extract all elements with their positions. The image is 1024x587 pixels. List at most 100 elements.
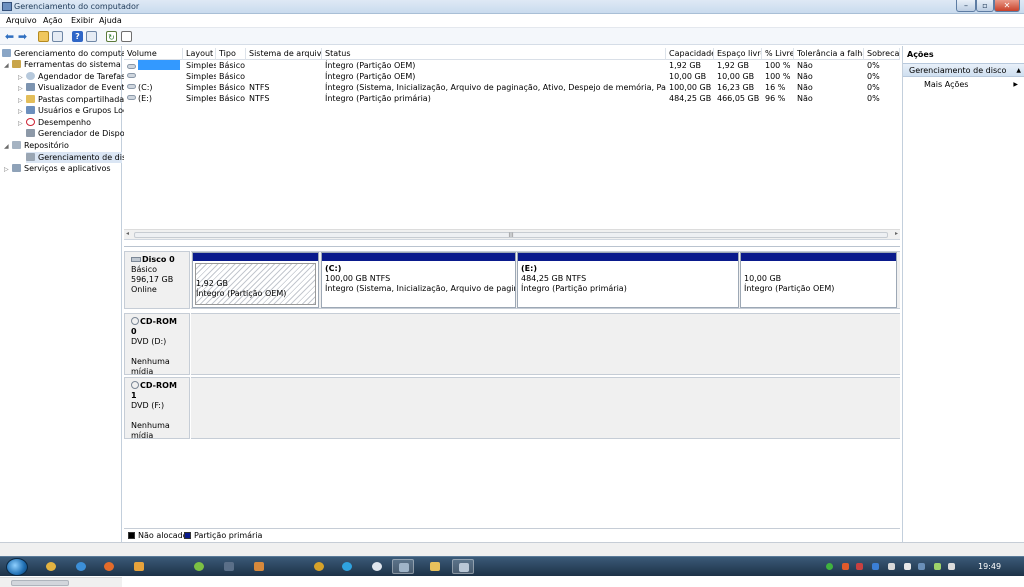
maximize-button[interactable]: ▫ <box>976 0 994 12</box>
refresh-icon[interactable]: ↻ <box>106 31 117 42</box>
partition-size: 100,00 GB NTFS <box>325 274 391 283</box>
partition-oem-1[interactable]: 1,92 GB Íntegro (Partição OEM) <box>192 252 319 308</box>
collapse-arrow-icon[interactable]: ▲ <box>1016 64 1021 78</box>
bluetooth-icon[interactable] <box>872 563 879 570</box>
partition-e[interactable]: (E:) 484,25 GB NTFS Íntegro (Partição prim… <box>517 252 739 308</box>
utorrent-icon[interactable] <box>188 559 210 574</box>
performance-icon <box>26 118 35 126</box>
tree-item-local-users[interactable]: ▷ Usuários e Grupos Loca <box>18 105 132 116</box>
signal-icon[interactable] <box>934 563 941 570</box>
tree-item-system-tools[interactable]: ◢ Ferramentas do sistema <box>4 59 121 70</box>
tray-check-icon[interactable] <box>826 563 833 570</box>
cdrom-0-label[interactable]: CD-ROM 0 DVD (D:) Nenhuma mídia <box>124 313 190 376</box>
more-actions-link[interactable]: Mais Ações <box>924 80 968 90</box>
scroll-left-icon[interactable]: ◂ <box>126 230 129 237</box>
column-layout[interactable]: Layout <box>183 48 216 60</box>
menu-acao[interactable]: Ação <box>43 16 63 25</box>
expand-icon[interactable]: ▷ <box>18 106 26 117</box>
volume-icon[interactable] <box>948 563 955 570</box>
tree-item-disk-management[interactable]: Gerenciamento de disco <box>26 152 135 163</box>
tray-device-icon[interactable] <box>888 563 895 570</box>
tree-item-computer-management[interactable]: Gerenciamento do computad <box>2 48 131 59</box>
volume-row[interactable]: (C:) Simples Básico NTFS Íntegro (Sistem… <box>124 82 900 93</box>
expand-icon[interactable]: ▷ <box>18 83 26 94</box>
percent-free-cell: 16 % <box>765 83 786 92</box>
volume-row[interactable]: (E:) Simples Básico NTFS Íntegro (Partiç… <box>124 93 900 104</box>
partition-status: Íntegro (Sistema, Inicialização, Arquivo… <box>325 284 515 293</box>
actions-section-disk-management[interactable]: Gerenciamento de disco ▲ <box>903 63 1024 77</box>
outlook-icon[interactable] <box>128 559 150 574</box>
column-status[interactable]: Status <box>322 48 666 60</box>
close-button[interactable]: ✕ <box>994 0 1020 12</box>
menu-arquivo[interactable]: Arquivo <box>6 16 37 25</box>
skype-icon[interactable] <box>336 559 358 574</box>
expand-icon[interactable]: ▷ <box>4 164 12 175</box>
tools-icon <box>12 60 21 68</box>
chrome-icon[interactable] <box>40 559 62 574</box>
forward-icon[interactable]: ➡ <box>17 31 28 42</box>
tree-horizontal-scrollbar[interactable] <box>0 577 122 587</box>
messenger-icon[interactable] <box>366 559 388 574</box>
status-cell: Íntegro (Partição primária) <box>325 94 431 103</box>
volume-list-horizontal-scrollbar[interactable]: ◂ III ▸ <box>124 229 900 239</box>
back-icon[interactable]: ⬅ <box>4 31 15 42</box>
export-icon[interactable] <box>121 31 132 42</box>
computer-mgmt-icon[interactable] <box>392 559 414 574</box>
collapse-icon[interactable]: ◢ <box>4 60 12 71</box>
tree-item-performance[interactable]: ▷ Desempenho <box>18 117 91 128</box>
help-icon[interactable]: ? <box>72 31 83 42</box>
column-free-space[interactable]: Espaço livre <box>714 48 762 60</box>
winamp-icon[interactable] <box>308 559 330 574</box>
volume-icon <box>127 84 136 89</box>
menu-ajuda[interactable]: Ajuda <box>99 16 122 25</box>
column-fault-tolerance[interactable]: Tolerância a falhas <box>794 48 864 60</box>
column-volume[interactable]: Volume <box>124 48 183 60</box>
column-capacity[interactable]: Capacidade <box>666 48 714 60</box>
start-button[interactable] <box>6 558 28 576</box>
firefox-icon[interactable] <box>98 559 120 574</box>
tree-item-storage[interactable]: ◢ Repositório <box>4 140 69 151</box>
explorer-icon[interactable] <box>424 559 446 574</box>
volume-row[interactable]: Simples Básico Íntegro (Partição OEM) 1,… <box>124 60 900 71</box>
properties-icon[interactable] <box>52 31 63 42</box>
expand-icon[interactable]: ▷ <box>18 118 26 129</box>
users-icon <box>26 106 35 114</box>
tree-item-services-apps[interactable]: ▷ Serviços e aplicativos <box>4 163 111 174</box>
scroll-thumb[interactable]: III <box>134 232 888 239</box>
scroll-thumb[interactable] <box>11 580 69 586</box>
cdrom-1-label[interactable]: CD-ROM 1 DVD (F:) Nenhuma mídia <box>124 377 190 440</box>
column-overhead[interactable]: Sobrecarg <box>864 48 900 60</box>
folder-up-icon[interactable] <box>38 31 49 42</box>
ie-icon[interactable] <box>70 559 92 574</box>
fault-tolerance-cell: Não <box>797 94 813 103</box>
disk-0-label[interactable]: Disco 0 Básico 596,17 GB Online <box>124 251 190 309</box>
remote-icon[interactable] <box>452 559 474 574</box>
partition-status: Íntegro (Partição OEM) <box>196 289 287 298</box>
menu-exibir[interactable]: Exibir <box>71 16 94 25</box>
tree-item-device-manager[interactable]: Gerenciador de Disposit <box>26 128 134 139</box>
tree-item-shared-folders[interactable]: ▷ Pastas compartilhadas <box>18 94 128 105</box>
disk-media: Nenhuma mídia <box>131 357 170 376</box>
scroll-right-icon[interactable]: ▸ <box>895 230 898 237</box>
column-percent-free[interactable]: % Livre <box>762 48 794 60</box>
capacity-cell: 100,00 GB <box>669 83 712 92</box>
window-title: Gerenciamento do computador <box>14 2 140 11</box>
partition-c[interactable]: (C:) 100,00 GB NTFS Íntegro (Sistema, Inic… <box>321 252 516 308</box>
tray-mute-icon[interactable] <box>856 563 863 570</box>
partition-status: Íntegro (Partição OEM) <box>744 284 835 293</box>
clock[interactable]: 19:49 <box>978 562 1001 571</box>
partition-oem-2[interactable]: 10,00 GB Íntegro (Partição OEM) <box>740 252 897 308</box>
media-icon[interactable] <box>248 559 270 574</box>
tree-item-task-scheduler[interactable]: ▷ Agendador de Tarefas <box>18 71 125 82</box>
tray-monitor-icon[interactable] <box>918 563 925 570</box>
tray-flag-icon[interactable] <box>904 563 911 570</box>
column-type[interactable]: Tipo <box>216 48 246 60</box>
tree-item-event-viewer[interactable]: ▷ Visualizador de Eventos <box>18 82 134 93</box>
tray-app-icon[interactable] <box>842 563 849 570</box>
network-icon[interactable] <box>218 559 240 574</box>
show-hide-icon[interactable] <box>86 31 97 42</box>
volume-row[interactable]: Simples Básico Íntegro (Partição OEM) 10… <box>124 71 900 82</box>
collapse-icon[interactable]: ◢ <box>4 141 12 152</box>
minimize-button[interactable]: – <box>956 0 976 12</box>
column-filesystem[interactable]: Sistema de arquivos <box>246 48 322 60</box>
